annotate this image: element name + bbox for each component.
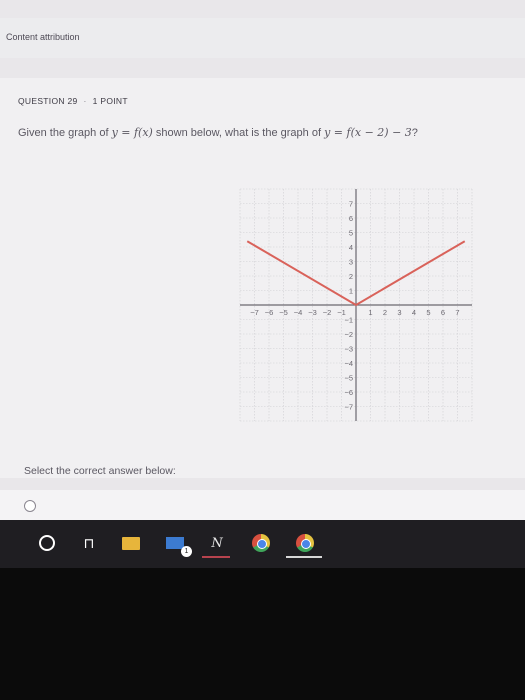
y-tick-label: −1 xyxy=(344,316,353,325)
y-tick-label: −5 xyxy=(344,374,353,383)
x-tick-label: −2 xyxy=(323,308,332,317)
question-number: QUESTION 29 xyxy=(18,96,78,106)
y-tick-label: −2 xyxy=(344,330,353,339)
y-tick-label: 6 xyxy=(349,214,353,223)
content-attribution[interactable]: Content attribution xyxy=(6,32,80,42)
y-tick-label: 4 xyxy=(349,243,353,252)
question-points: 1 POINT xyxy=(92,96,128,106)
graph-svg: −7 −6 −5 −4 −3 −2 −1 1 2 3 4 5 6 77654321−1−2−3−4−5−6… xyxy=(239,188,473,422)
file-explorer-icon[interactable] xyxy=(120,528,142,558)
x-tick-label: 4 xyxy=(412,308,416,317)
x-tick-label: −4 xyxy=(294,308,303,317)
task-view-icon[interactable]: ⊓ xyxy=(80,528,98,558)
question-text: Given the graph of y = f(x) shown below,… xyxy=(18,126,518,139)
onenote-icon[interactable]: N xyxy=(206,528,228,558)
y-tick-label: −7 xyxy=(344,403,353,412)
question-text-middle: shown below, what is the graph of xyxy=(152,127,325,139)
y-tick-label: 5 xyxy=(349,229,353,238)
open-app-underline xyxy=(286,556,322,558)
question-header: QUESTION 29 · 1 POINT xyxy=(18,96,128,106)
x-tick-label: −6 xyxy=(265,308,274,317)
x-tick-label: −3 xyxy=(308,308,317,317)
x-tick-label: 2 xyxy=(383,308,387,317)
answer-radio[interactable] xyxy=(24,500,36,512)
target-expression: y = f(x − 2) − 3 xyxy=(324,126,412,139)
given-expression: y = f(x) xyxy=(111,126,153,139)
y-tick-label: −3 xyxy=(344,345,353,354)
y-tick-label: −4 xyxy=(344,359,353,368)
y-tick-label: 3 xyxy=(349,258,353,267)
question-text-prefix: Given the graph of xyxy=(18,127,112,139)
cortana-icon[interactable] xyxy=(38,528,56,558)
mail-icon[interactable]: 1 xyxy=(164,528,192,558)
separator-dot: · xyxy=(83,96,87,106)
chrome-icon[interactable] xyxy=(250,528,272,558)
x-tick-label: −7 xyxy=(250,308,259,317)
x-tick-label: 1 xyxy=(368,308,372,317)
select-answer-label: Select the correct answer below: xyxy=(24,465,176,477)
x-tick-label: 6 xyxy=(441,308,445,317)
x-tick-label: 5 xyxy=(426,308,430,317)
x-tick-label: 3 xyxy=(397,308,401,317)
y-tick-label: 1 xyxy=(349,287,353,296)
y-tick-label: −6 xyxy=(344,388,353,397)
active-app-underline xyxy=(202,556,230,558)
x-tick-label: −5 xyxy=(279,308,288,317)
mail-badge: 1 xyxy=(181,546,192,557)
function-graph: −7 −6 −5 −4 −3 −2 −1 1 2 3 4 5 6 7 7 6 5 4 3 2 1 −1 −2 −3 −4 −5 −6… xyxy=(238,180,483,430)
y-tick-label: 7 xyxy=(349,200,353,209)
y-tick-label: 2 xyxy=(349,272,353,281)
x-tick-label: 7 xyxy=(455,308,459,317)
question-text-suffix: ? xyxy=(411,127,418,139)
chrome-icon[interactable] xyxy=(294,528,316,558)
